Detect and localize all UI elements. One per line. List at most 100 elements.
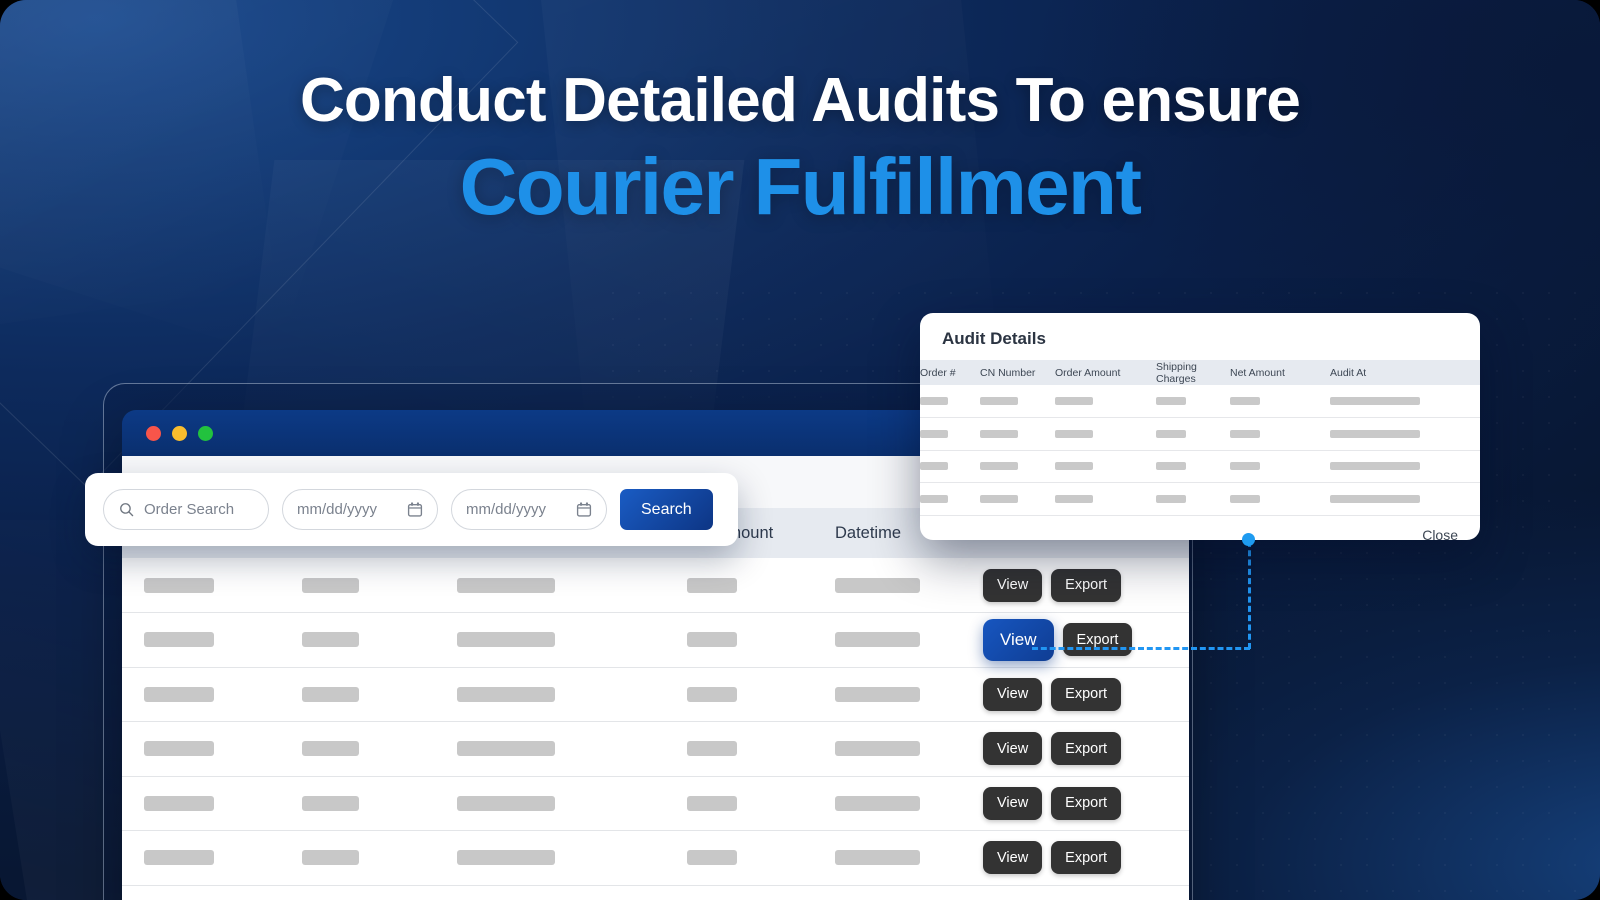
placeholder-bar [687, 686, 737, 702]
cell-total-orders [302, 721, 457, 777]
modal-title: Audit Details [942, 329, 1046, 348]
placeholder-bar [980, 397, 1018, 405]
cell-order-number [920, 385, 980, 418]
cell-total-shipping-charges [457, 830, 687, 886]
view-button[interactable]: View [983, 568, 1043, 602]
table-row: View Export [122, 830, 1189, 886]
cell-cn-number [980, 450, 1055, 483]
table-row: View Export [122, 558, 1189, 613]
table-row: View Export [122, 667, 1189, 722]
row-actions: View Export [983, 618, 1189, 661]
cell-net-amount [1230, 450, 1330, 483]
cell-net-amount [687, 612, 835, 668]
view-button[interactable]: View [983, 786, 1043, 820]
export-button[interactable]: Export [1051, 677, 1122, 711]
placeholder-bar [457, 850, 555, 866]
search-button[interactable]: Search [620, 489, 713, 530]
cell-shipping-charges [1156, 482, 1230, 516]
date-to-field[interactable]: mm/dd/yyyy [451, 489, 607, 530]
audit-details-table: Order # CN Number Order Amount Shipping … [920, 360, 1480, 516]
date-from-placeholder: mm/dd/yyyy [297, 501, 378, 518]
row-actions: View Export [983, 677, 1189, 711]
audit-details-modal: Audit Details Order # CN Number Order Am… [920, 313, 1480, 540]
placeholder-bar [835, 795, 920, 811]
cell-total-orders [302, 830, 457, 886]
col-net-amount: Net Amount [1230, 360, 1330, 385]
export-button[interactable]: Export [1062, 623, 1133, 657]
cell-action: View Export [983, 721, 1189, 777]
placeholder-bar [1230, 429, 1260, 438]
view-button-active[interactable]: View [983, 618, 1054, 661]
date-from-field[interactable]: mm/dd/yyyy [282, 489, 438, 530]
view-button[interactable]: View [983, 677, 1043, 711]
export-button[interactable]: Export [1051, 786, 1122, 820]
connector-line-vertical [1248, 541, 1251, 649]
cell-audit-at [1330, 417, 1480, 451]
view-button[interactable]: View [983, 732, 1043, 766]
cell-total-shipping-charges [457, 776, 687, 831]
cell-net-amount [687, 830, 835, 886]
cell-shipping-charges [1156, 450, 1230, 483]
date-to-placeholder: mm/dd/yyyy [466, 501, 547, 518]
search-icon [120, 503, 134, 517]
table-row [920, 417, 1480, 451]
placeholder-bar [1156, 429, 1186, 438]
placeholder-bar [144, 577, 214, 593]
close-button[interactable]: Close [1422, 527, 1458, 541]
order-search-field[interactable]: Order Search [103, 489, 269, 530]
placeholder-bar [835, 850, 920, 866]
cell-net-amount [1230, 385, 1330, 418]
export-button[interactable]: Export [1051, 732, 1122, 766]
search-filter-card: Order Search mm/dd/yyyy mm/dd/yyyy Searc… [85, 473, 738, 546]
cell-order-number [920, 450, 980, 483]
placeholder-bar [1156, 494, 1186, 503]
cell-net-amount [1230, 417, 1330, 451]
placeholder-bar [920, 397, 948, 405]
export-button[interactable]: Export [1051, 568, 1122, 602]
placeholder-bar [1330, 494, 1420, 503]
cell-cn-number [980, 417, 1055, 451]
cell-total-orders [302, 612, 457, 668]
cell-total-shipping-charges [457, 667, 687, 722]
connector-endpoint-dot [1242, 533, 1255, 546]
cell-logistic-company [122, 776, 302, 831]
placeholder-bar [980, 494, 1018, 503]
placeholder-bar [1330, 462, 1420, 471]
placeholder-bar [1055, 494, 1093, 503]
view-button[interactable]: View [983, 841, 1043, 875]
placeholder-bar [1230, 462, 1260, 471]
connector-line-horizontal [1032, 647, 1250, 650]
cell-total-orders [302, 776, 457, 831]
cell-order-amount [1055, 482, 1156, 516]
headline-line-1: Conduct Detailed Audits To ensure [299, 66, 1301, 135]
cell-action: View Export [983, 558, 1189, 613]
table-row: View Export [122, 776, 1189, 831]
placeholder-bar [144, 741, 214, 757]
modal-table-body [920, 385, 1480, 516]
cell-total-orders [302, 558, 457, 613]
export-button[interactable]: Export [1051, 841, 1122, 875]
cell-datetime [835, 721, 983, 777]
window-minimize-dot[interactable] [172, 425, 187, 441]
placeholder-bar [457, 795, 555, 811]
poster-canvas: Conduct Detailed Audits To ensure Courie… [0, 0, 1600, 900]
cell-datetime [835, 830, 983, 886]
placeholder-bar [1230, 397, 1260, 405]
cell-shipping-charges [1156, 417, 1230, 451]
col-order-number: Order # [920, 360, 980, 385]
row-actions: View Export [983, 841, 1189, 875]
placeholder-bar [1330, 397, 1420, 405]
placeholder-bar [457, 577, 555, 593]
placeholder-bar [687, 795, 737, 811]
cell-cn-number [980, 385, 1055, 418]
calendar-icon [407, 502, 423, 517]
window-close-dot[interactable] [146, 425, 161, 441]
cell-audit-at [1330, 482, 1480, 516]
cell-total-orders [302, 667, 457, 722]
cell-datetime [835, 667, 983, 722]
placeholder-bar [687, 577, 737, 593]
placeholder-bar [302, 795, 359, 811]
window-maximize-dot[interactable] [198, 425, 213, 441]
audit-summary-table: Logistic Company Total Orders Total Ship… [122, 508, 1189, 886]
headline: Conduct Detailed Audits To ensure Courie… [0, 66, 1600, 231]
